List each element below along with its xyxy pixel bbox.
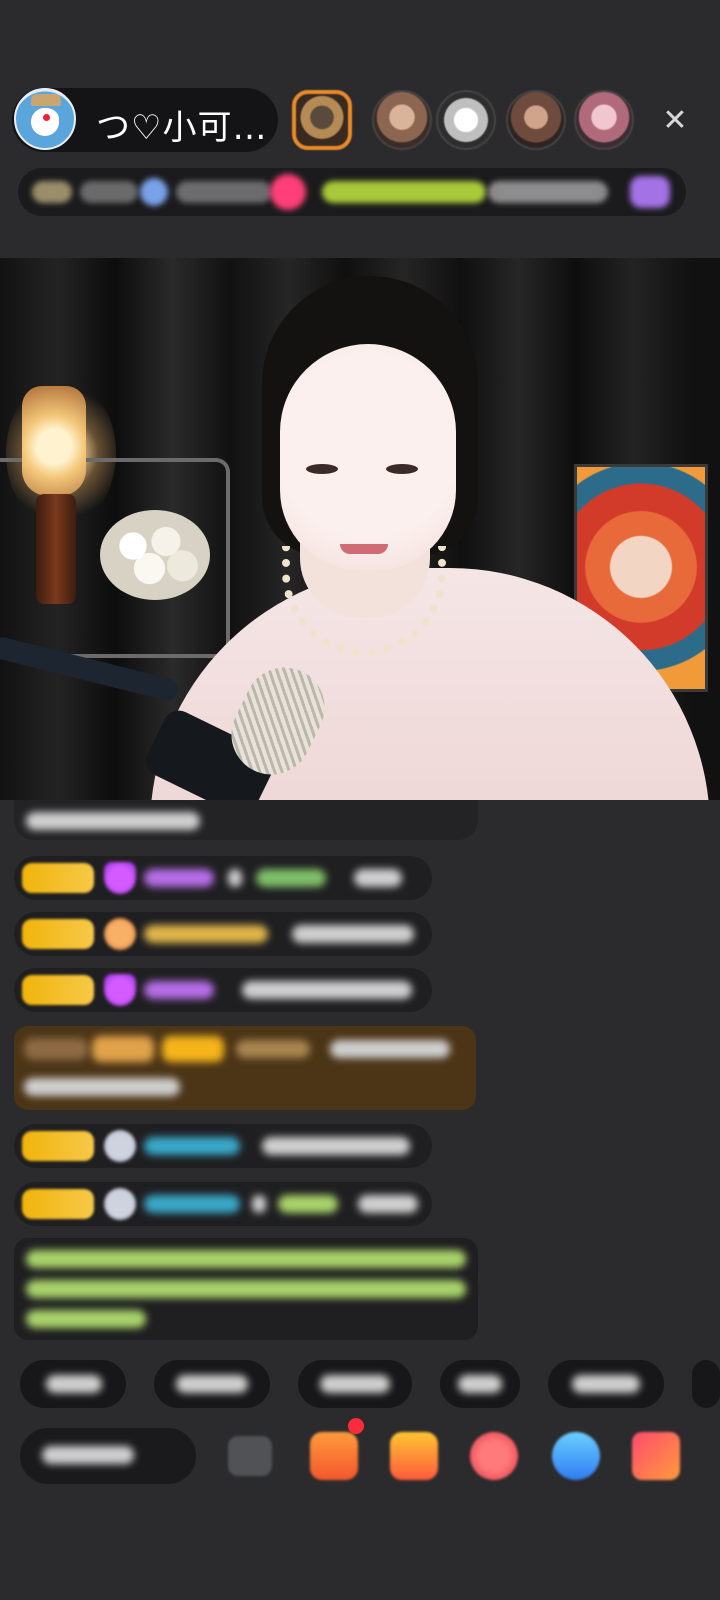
gift-icon[interactable] — [390, 1432, 438, 1480]
rank-chip — [80, 181, 138, 203]
notice-line — [26, 1310, 146, 1328]
ghost-icon — [104, 1188, 136, 1220]
streamer-eye — [386, 464, 418, 474]
keyboard-icon[interactable] — [228, 1436, 272, 1476]
username[interactable] — [144, 1137, 240, 1155]
rank-chip — [176, 181, 272, 203]
message-text — [292, 925, 414, 943]
fan-badge — [24, 1038, 88, 1060]
message-text — [242, 981, 412, 999]
comment-placeholder — [42, 1446, 134, 1464]
level-badge — [162, 1036, 224, 1062]
message-text — [252, 1195, 266, 1213]
username[interactable] — [144, 981, 214, 999]
avatar-hat — [31, 94, 61, 106]
quick-reply-chip[interactable] — [548, 1360, 664, 1408]
message-text — [354, 869, 402, 887]
lamp — [22, 386, 86, 496]
streamer-eye — [306, 464, 338, 474]
top-viewer-avatar[interactable] — [292, 90, 352, 150]
vip-badge — [92, 1036, 154, 1062]
quick-reply-chip[interactable] — [298, 1360, 412, 1408]
gift-box-icon[interactable] — [310, 1432, 358, 1480]
message-text — [358, 1195, 418, 1213]
username[interactable] — [144, 925, 268, 943]
rank-tag-strip[interactable] — [18, 168, 686, 216]
viewer-avatar[interactable] — [574, 90, 634, 150]
share-icon[interactable] — [552, 1432, 600, 1480]
rank-chip — [270, 174, 306, 210]
username[interactable] — [236, 1040, 310, 1058]
quick-reply-chip[interactable] — [440, 1360, 520, 1408]
room-notice[interactable] — [14, 1238, 478, 1340]
gift-chat-message[interactable] — [14, 1026, 476, 1110]
streamer-face — [280, 344, 456, 570]
message-text — [330, 1040, 450, 1058]
notice-line — [26, 1250, 466, 1268]
level-badge — [22, 975, 94, 1005]
bag-icon — [104, 918, 136, 950]
lamp-base — [36, 494, 76, 604]
host-name[interactable]: つ♡小可… — [96, 100, 267, 149]
chat-message[interactable] — [14, 800, 478, 840]
lucky-bag-icon[interactable] — [470, 1432, 518, 1480]
level-badge — [22, 1189, 94, 1219]
rank-chip — [630, 176, 670, 208]
level-badge — [22, 863, 94, 893]
chip-label — [46, 1375, 102, 1393]
mention — [256, 869, 326, 887]
more-icon[interactable] — [632, 1432, 680, 1480]
message-text — [24, 1078, 180, 1096]
username[interactable] — [144, 869, 214, 887]
notice-line — [26, 1280, 466, 1298]
chip-label — [458, 1375, 502, 1393]
chat-message[interactable] — [14, 856, 432, 900]
chat-message[interactable] — [14, 1182, 432, 1226]
rank-chip — [140, 178, 168, 206]
mention — [278, 1195, 338, 1213]
message-text — [228, 869, 242, 887]
system-message-text — [26, 812, 200, 830]
quick-reply-chip[interactable] — [154, 1360, 270, 1408]
notification-dot — [348, 1418, 364, 1434]
viewer-avatar[interactable] — [506, 90, 566, 150]
chip-label — [320, 1375, 390, 1393]
rank-chip — [32, 181, 72, 203]
viewer-avatar[interactable] — [372, 90, 432, 150]
quick-reply-chip[interactable] — [692, 1360, 720, 1408]
rank-chip — [322, 181, 486, 203]
flowers — [100, 510, 210, 600]
gem-icon — [104, 974, 136, 1006]
comment-input[interactable] — [20, 1428, 196, 1484]
chat-message[interactable] — [14, 912, 432, 956]
live-video-stream[interactable] — [0, 258, 720, 800]
level-badge — [22, 919, 94, 949]
username[interactable] — [144, 1195, 240, 1213]
ghost-icon — [104, 1130, 136, 1162]
chip-label — [572, 1375, 640, 1393]
avatar-nose — [43, 114, 50, 121]
chat-message[interactable] — [14, 968, 432, 1012]
close-icon[interactable]: ✕ — [656, 102, 694, 140]
gem-icon — [104, 862, 136, 894]
quick-reply-chip[interactable] — [20, 1360, 126, 1408]
viewer-avatar[interactable] — [436, 90, 496, 150]
host-avatar[interactable] — [14, 88, 76, 150]
chat-message[interactable] — [14, 1124, 432, 1168]
message-text — [262, 1137, 410, 1155]
chip-label — [176, 1375, 248, 1393]
level-badge — [22, 1131, 94, 1161]
rank-chip — [488, 181, 608, 203]
